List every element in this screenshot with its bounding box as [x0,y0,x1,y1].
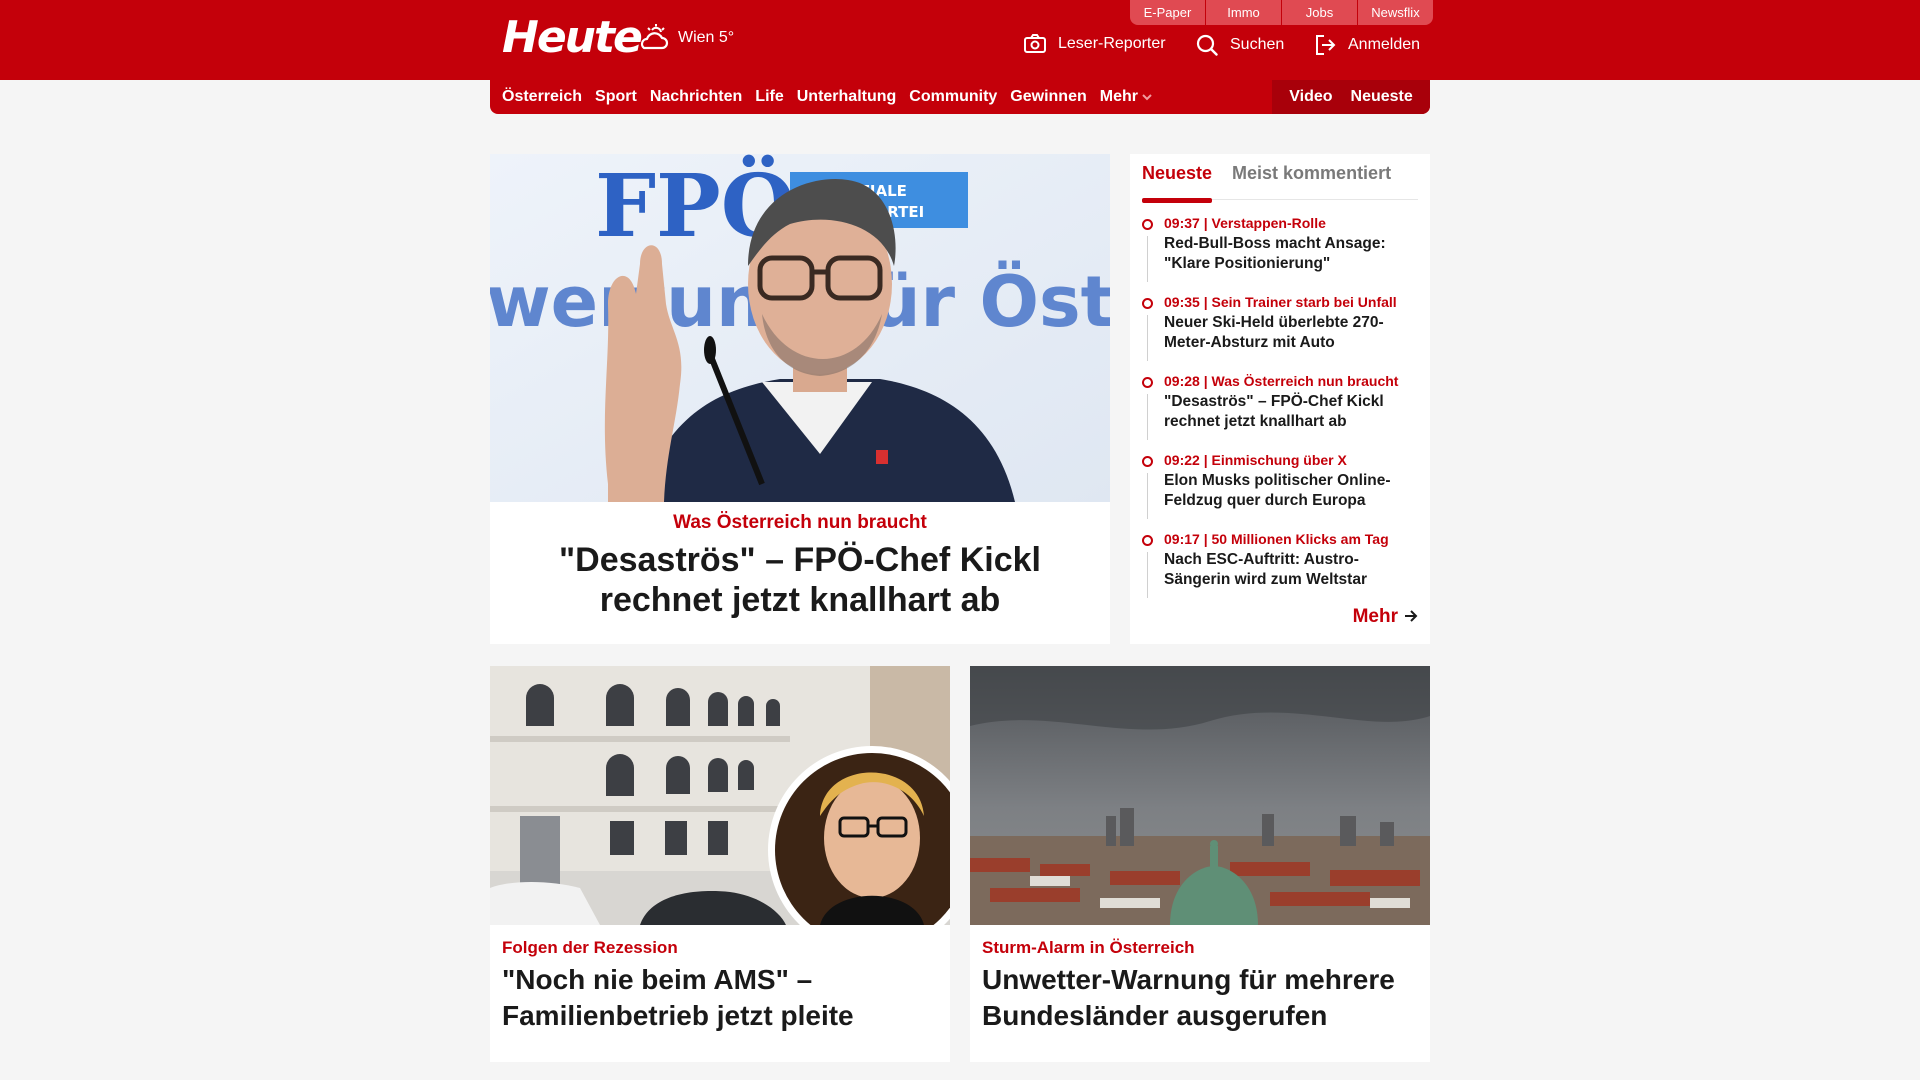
weather-text: Wien 5° [678,29,735,46]
search-icon [1196,34,1218,56]
latest-news-list: 09:37 | Verstappen-Rolle Red-Bull-Boss m… [1142,214,1418,609]
hero-kicker[interactable]: Was Österreich nun braucht [490,512,1110,534]
tab-meist-kommentiert[interactable]: Meist kommentiert [1232,154,1391,200]
heute-logo[interactable]: Heute [502,14,643,62]
news-item-title[interactable]: "Desaströs" – FPÖ-Chef Kickl rechnet jet… [1164,392,1418,432]
timeline-line [1147,473,1148,519]
hero-article[interactable]: FPÖ DIE SOZIALE HEIMATPARTEI wertung für… [490,154,1110,644]
login-label: Anmelden [1348,36,1421,53]
timeline-line [1147,315,1148,361]
article-card-headline[interactable]: Unwetter-Warnung für mehrere Bundeslände… [982,962,1412,1034]
article-card[interactable]: Folgen der Rezession "Noch nie beim AMS"… [490,666,950,1062]
news-item-title[interactable]: Elon Musks politischer Online-Feldzug qu… [1164,471,1418,511]
hero-headline[interactable]: "Desaströs" – FPÖ-Chef Kickl rechnet jet… [510,540,1090,620]
tab-neueste[interactable]: Neueste [1142,154,1213,203]
timeline-dot-icon [1142,298,1153,309]
news-item-meta: 09:35 | Sein Trainer starb bei Unfall [1164,294,1397,310]
article-card-kicker[interactable]: Sturm-Alarm in Österreich [982,938,1195,958]
news-item-meta: 09:22 | Einmischung über X [1164,452,1347,468]
newsflix-link[interactable]: Newsflix [1358,0,1433,25]
news-item-meta: 09:37 | Verstappen-Rolle [1164,215,1326,231]
nav-item-gewinnen[interactable]: Gewinnen [1010,88,1086,106]
search-label: Suchen [1230,36,1285,53]
login-button[interactable]: Anmelden [1314,34,1420,56]
article-card-image[interactable] [970,666,1430,925]
nav-item-neueste[interactable]: Neueste [1351,88,1413,106]
weather-widget[interactable]: Wien 5° [638,24,734,52]
chevron-down-icon [1142,88,1152,106]
news-item-meta: 09:17 | 50 Millionen Klicks am Tag [1164,531,1389,547]
leser-reporter-button[interactable]: Leser-Reporter [1024,34,1166,54]
cloud-sun-icon [638,24,670,52]
more-link-label: Mehr [1352,606,1398,627]
nav-item-oesterreich[interactable]: Österreich [502,88,582,106]
article-card[interactable]: Sturm-Alarm in Österreich Unwetter-Warnu… [970,666,1430,1062]
timeline-dot-icon [1142,219,1153,230]
site-header: Heute Wien 5° E-Paper Immo Jobs Newsflix [0,0,1920,80]
arrow-right-icon [1404,606,1418,628]
epaper-link[interactable]: E-Paper [1130,0,1205,25]
nav-item-nachrichten[interactable]: Nachrichten [650,88,742,106]
news-item[interactable]: 09:17 | 50 Millionen Klicks am Tag Nach … [1142,530,1418,609]
nav-more-dropdown[interactable]: Mehr [1100,88,1152,106]
news-item-title[interactable]: Nach ESC-Auftritt: Austro-Sängerin wird … [1164,550,1418,590]
nav-item-life[interactable]: Life [755,88,783,106]
leser-reporter-label: Leser-Reporter [1058,35,1166,52]
camera-icon [1024,34,1046,54]
news-item-title[interactable]: Red-Bull-Boss macht Ansage: "Klare Posit… [1164,234,1418,274]
article-card-image[interactable] [490,666,950,925]
service-links: E-Paper Immo Jobs Newsflix [1130,0,1433,25]
jobs-link[interactable]: Jobs [1282,0,1357,25]
timeline-line [1147,552,1148,598]
login-icon [1314,34,1336,56]
timeline-line [1147,394,1148,440]
news-item[interactable]: 09:35 | Sein Trainer starb bei Unfall Ne… [1142,293,1418,372]
main-navigation: Österreich Sport Nachrichten Life Unterh… [490,80,1430,114]
timeline-dot-icon [1142,535,1153,546]
search-button[interactable]: Suchen [1196,34,1284,56]
nav-item-community[interactable]: Community [909,88,997,106]
timeline-dot-icon [1142,456,1153,467]
nav-item-unterhaltung[interactable]: Unterhaltung [797,88,897,106]
sidebar-tabs: Neueste Meist kommentiert [1142,154,1418,203]
nav-item-sport[interactable]: Sport [595,88,637,106]
news-item[interactable]: 09:28 | Was Österreich nun braucht "Desa… [1142,372,1418,451]
sidebar-more-link[interactable]: Mehr [1353,606,1418,628]
news-item-title[interactable]: Neuer Ski-Held überlebte 270-Meter-Abstu… [1164,313,1418,353]
hero-image[interactable]: FPÖ DIE SOZIALE HEIMATPARTEI wertung für… [490,154,1110,502]
article-card-headline[interactable]: "Noch nie beim AMS" – Familienbetrieb je… [502,962,932,1034]
news-item[interactable]: 09:22 | Einmischung über X Elon Musks po… [1142,451,1418,530]
nav-more-label: Mehr [1099,88,1138,105]
article-card-kicker[interactable]: Folgen der Rezession [502,938,678,958]
news-item-meta: 09:28 | Was Österreich nun braucht [1164,373,1399,389]
timeline-line [1147,236,1148,282]
timeline-dot-icon [1142,377,1153,388]
nav-item-video[interactable]: Video [1289,88,1332,106]
news-item[interactable]: 09:37 | Verstappen-Rolle Red-Bull-Boss m… [1142,214,1418,293]
nav-highlight-area: Video Neueste [1272,80,1430,114]
immo-link[interactable]: Immo [1206,0,1281,25]
news-ticker-sidebar: Neueste Meist kommentiert 09:37 | Versta… [1130,154,1430,644]
